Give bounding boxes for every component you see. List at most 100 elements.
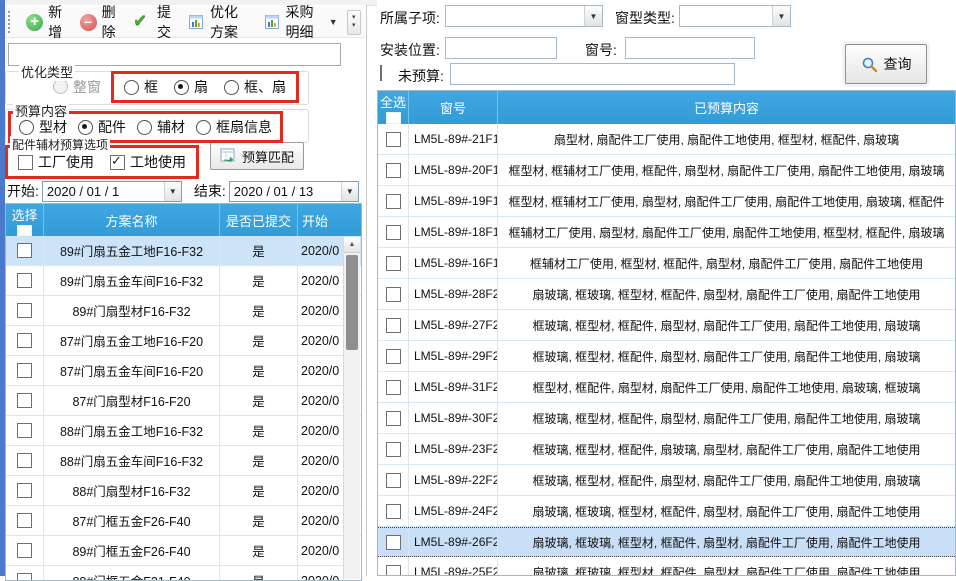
row-checkbox[interactable]: [17, 513, 32, 528]
budget-match-button[interactable]: 预算匹配: [210, 142, 304, 170]
toolbar-button-1[interactable]: 新增: [19, 0, 72, 46]
date-end-picker[interactable]: 2020 / 01 / 13 ▼: [229, 181, 359, 202]
table-row[interactable]: 88#门框五金F21-F40是2020/0: [6, 566, 361, 581]
table-row[interactable]: 88#门扇五金车间F16-F32是2020/0: [6, 446, 361, 476]
select-all-checkbox[interactable]: [386, 112, 401, 124]
table-row[interactable]: 88#门扇五金工地F16-F32是2020/0: [6, 416, 361, 446]
table-row[interactable]: 89#门扇五金车间F16-F32是2020/0: [6, 266, 361, 296]
sub-item-combobox[interactable]: ▼: [445, 5, 603, 27]
row-checkbox[interactable]: [386, 411, 401, 426]
row-checkbox[interactable]: [386, 194, 401, 209]
radio-icon[interactable]: [196, 120, 211, 135]
radio-icon[interactable]: [19, 120, 34, 135]
vertical-scrollbar[interactable]: ▲: [343, 237, 360, 579]
start-column-header[interactable]: 开始: [298, 204, 346, 236]
table-row[interactable]: 88#门扇型材F16-F32是2020/0: [6, 476, 361, 506]
chevron-down-icon[interactable]: ▼: [164, 182, 181, 201]
radio-option-框[interactable]: 框: [124, 77, 158, 97]
table-row[interactable]: LM5L-89#-28F26扇玻璃, 框玻璃, 框型材, 框配件, 扇型材, 扇…: [378, 279, 955, 310]
radio-option-型材[interactable]: 型材: [19, 117, 67, 137]
table-row[interactable]: LM5L-89#-30F28框玻璃, 框型材, 框配件, 扇型材, 扇配件工厂使…: [378, 403, 955, 434]
chevron-down-icon[interactable]: ▼: [772, 6, 790, 26]
toolbar-button-4[interactable]: 优化方案: [181, 0, 257, 46]
table-row[interactable]: 87#门扇五金工地F16-F20是2020/0: [6, 326, 361, 356]
radio-icon[interactable]: [78, 120, 93, 135]
window-no-input[interactable]: [625, 37, 755, 59]
row-checkbox[interactable]: [386, 535, 401, 550]
checkbox-option-工厂使用[interactable]: 工厂使用: [18, 152, 94, 172]
table-row[interactable]: 89#门扇五金工地F16-F32是2020/0: [6, 236, 361, 266]
table-row[interactable]: 89#门扇型材F16-F32是2020/0: [6, 296, 361, 326]
table-row[interactable]: LM5L-89#-16F15框辅材工厂使用, 框型材, 框配件, 扇型材, 扇配…: [378, 248, 955, 279]
table-row[interactable]: LM5L-89#-22F20框玻璃, 框型材, 框配件, 扇型材, 扇配件工厂使…: [378, 465, 955, 496]
window-no-column-header[interactable]: 窗号: [409, 91, 498, 124]
radio-icon[interactable]: [224, 80, 239, 95]
row-checkbox[interactable]: [17, 393, 32, 408]
row-checkbox[interactable]: [386, 380, 401, 395]
scrollbar-thumb[interactable]: [346, 255, 358, 350]
window-type-combobox[interactable]: ▼: [679, 5, 791, 27]
table-row[interactable]: 87#门扇五金车间F16-F20是2020/0: [6, 356, 361, 386]
row-checkbox[interactable]: [17, 273, 32, 288]
row-checkbox[interactable]: [17, 483, 32, 498]
toolbar-gripper-handle[interactable]: [8, 11, 14, 33]
toolbar-button-2[interactable]: 删除: [73, 0, 126, 46]
select-all-checkbox[interactable]: [17, 225, 32, 236]
row-checkbox[interactable]: [17, 333, 32, 348]
row-checkbox[interactable]: [17, 363, 32, 378]
chevron-down-icon[interactable]: ▼: [584, 6, 602, 26]
toolbar-button-5[interactable]: 采购明细▼: [257, 0, 345, 46]
table-row[interactable]: 87#门框五金F26-F40是2020/0: [6, 506, 361, 536]
row-checkbox[interactable]: [386, 473, 401, 488]
radio-option-框、扇[interactable]: 框、扇: [224, 77, 286, 97]
checkbox-icon[interactable]: [110, 155, 125, 170]
table-row[interactable]: LM5L-89#-18F16框辅材工厂使用, 扇型材, 扇配件工厂使用, 扇配件…: [378, 217, 955, 248]
plan-name-column-header[interactable]: 方案名称: [44, 204, 220, 236]
row-checkbox[interactable]: [386, 132, 401, 147]
row-checkbox[interactable]: [386, 349, 401, 364]
table-row[interactable]: LM5L-89#-29F27框玻璃, 框型材, 框配件, 扇型材, 扇配件工厂使…: [378, 341, 955, 372]
row-checkbox[interactable]: [386, 442, 401, 457]
row-checkbox[interactable]: [386, 504, 401, 519]
table-row[interactable]: LM5L-89#-23F21框玻璃, 框型材, 框配件, 扇玻璃, 扇型材, 扇…: [378, 434, 955, 465]
table-row[interactable]: LM5L-89#-25F23扇玻璃, 框玻璃, 框型材, 框配件, 扇型材, 扇…: [378, 557, 955, 576]
table-row[interactable]: 89#门框五金F26-F40是2020/0: [6, 536, 361, 566]
radio-option-辅材[interactable]: 辅材: [137, 117, 185, 137]
toolbar-overflow-button[interactable]: ▾▾: [347, 10, 361, 35]
select-all-column-header[interactable]: 全选: [378, 91, 409, 124]
checkbox-option-工地使用[interactable]: 工地使用: [110, 152, 186, 172]
radio-option-配件[interactable]: 配件: [78, 117, 126, 137]
row-checkbox[interactable]: [17, 573, 32, 581]
row-checkbox[interactable]: [17, 303, 32, 318]
table-row[interactable]: LM5L-89#-20F18框型材, 框辅材工厂使用, 框配件, 扇型材, 扇配…: [378, 155, 955, 186]
chevron-down-icon[interactable]: ▼: [329, 17, 338, 27]
budgeted-content-column-header[interactable]: 已预算内容: [498, 91, 955, 124]
scroll-up-icon[interactable]: ▲: [344, 237, 360, 253]
row-checkbox[interactable]: [17, 243, 32, 258]
row-checkbox[interactable]: [17, 453, 32, 468]
radio-option-框扇信息[interactable]: 框扇信息: [196, 117, 272, 137]
toolbar-button-3[interactable]: 提交: [126, 0, 181, 46]
table-row[interactable]: LM5L-89#-31F29框型材, 框配件, 扇型材, 扇配件工厂使用, 扇配…: [378, 372, 955, 403]
row-checkbox[interactable]: [386, 225, 401, 240]
query-button[interactable]: 查询: [845, 44, 927, 84]
install-position-input[interactable]: [445, 37, 557, 59]
chevron-down-icon[interactable]: ▼: [341, 182, 358, 201]
no-budget-input[interactable]: [450, 63, 735, 85]
row-checkbox[interactable]: [386, 287, 401, 302]
row-checkbox[interactable]: [386, 565, 401, 577]
checkbox-icon[interactable]: [18, 155, 33, 170]
row-checkbox[interactable]: [17, 423, 32, 438]
radio-option-扇[interactable]: 扇: [174, 77, 208, 97]
date-start-picker[interactable]: 2020 / 01 / 1 ▼: [42, 181, 182, 202]
radio-icon[interactable]: [174, 80, 189, 95]
row-checkbox[interactable]: [17, 543, 32, 558]
row-checkbox[interactable]: [386, 256, 401, 271]
submitted-column-header[interactable]: 是否已提交: [220, 204, 298, 236]
table-row[interactable]: LM5L-89#-19F17框型材, 框辅材工厂使用, 扇型材, 扇配件工厂使用…: [378, 186, 955, 217]
no-budget-checkbox[interactable]: [380, 65, 382, 81]
select-column-header[interactable]: 选择: [6, 204, 44, 236]
table-row[interactable]: LM5L-89#-21F19扇型材, 扇配件工厂使用, 扇配件工地使用, 框型材…: [378, 124, 955, 155]
radio-icon[interactable]: [124, 80, 139, 95]
row-checkbox[interactable]: [386, 318, 401, 333]
